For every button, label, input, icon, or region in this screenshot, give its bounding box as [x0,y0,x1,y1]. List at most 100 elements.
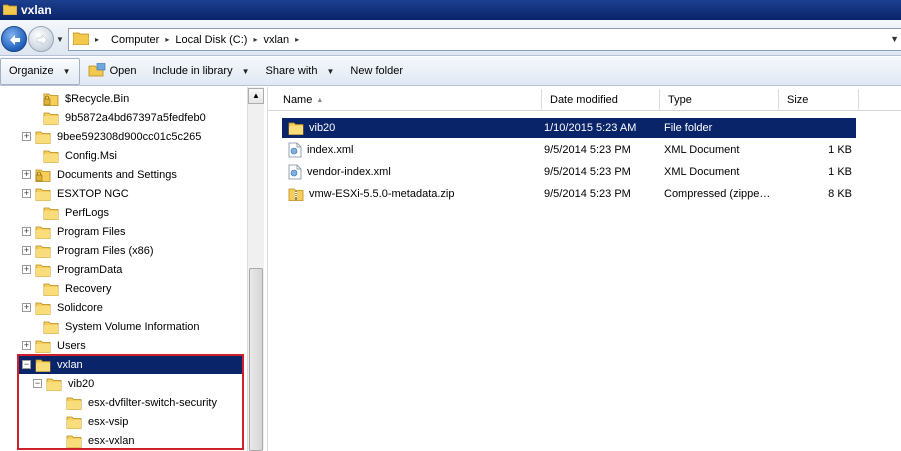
folder-icon [72,31,90,48]
folder-icon [35,243,51,259]
file-row[interactable]: vendor-index.xml 9/5/2014 5:23 PM XML Docu… [282,162,856,182]
file-date-cell: 9/5/2014 5:23 PM [544,188,631,200]
file-list-pane: Name ▲ Date modified Type Size vib20 1/10/… [267,87,901,451]
folder-icon [43,110,59,126]
include-in-library-button[interactable]: Include in library ▼ [144,57,257,85]
expand-icon[interactable]: + [22,341,31,350]
expand-icon[interactable]: + [22,189,31,198]
expand-icon[interactable]: + [22,246,31,255]
file-row[interactable]: vmw-ESXi-5.5.0-metadata.zip 9/5/2014 5:23… [282,184,856,204]
breadcrumb-local-disk[interactable]: Local Disk (C:) ▸ [175,34,257,46]
file-size-cell: 1 KB [828,144,852,156]
recent-pages-dropdown-icon[interactable]: ▼ [56,35,64,44]
tree-item-system-volume-information[interactable]: System Volume Information [30,317,202,336]
file-name-cell: vmw-ESXi-5.5.0-metadata.zip [288,184,542,204]
open-folder-icon [88,62,106,80]
tree-item-config-msi[interactable]: Config.Msi [30,146,119,165]
tree-item-documents-and-settings[interactable]: + Documents and Settings [22,165,179,184]
tree-item-esxtop-ngc[interactable]: + ESXTOP NGC [22,184,131,203]
tree-item-label: Config.Msi [65,149,117,162]
tree-item-esx-dvfilter-switch-security[interactable]: esx-dvfilter-switch-security [53,393,219,412]
tree-item-9bee592308d900cc01c5c265[interactable]: +9bee592308d900cc01c5c265 [22,127,203,146]
expand-icon[interactable]: + [22,227,31,236]
locked-folder-icon [35,167,51,183]
expand-icon[interactable]: + [22,265,31,274]
expand-icon[interactable]: + [22,303,31,312]
scroll-thumb[interactable] [249,268,263,451]
column-header-date-modified[interactable]: Date modified [542,89,660,111]
tree-item-label: Recovery [65,282,112,295]
tree-item-9b5872a4bd67397a5fedfeb0[interactable]: 9b5872a4bd67397a5fedfeb0 [30,108,208,127]
tree-item-label: esx-dvfilter-switch-security [88,396,217,409]
file-name: vib20 [309,122,336,134]
tree-item-label: ProgramData [57,263,123,276]
collapse-icon[interactable]: − [22,360,31,369]
folder-icon [66,433,82,449]
folder-icon [35,262,51,278]
file-row[interactable]: vib20 1/10/2015 5:23 AM File folder [282,118,856,138]
back-button[interactable] [1,26,27,52]
file-name: index.xml [307,144,354,156]
tree-item-recycle-bin[interactable]: $Recycle.Bin [30,89,131,108]
folder-icon [2,3,18,18]
tree-item-label: $Recycle.Bin [65,92,130,105]
address-bar-area: ▼ ▸ Computer ▸ Local Disk (C:) ▸ vxlan ▸ ▼ [0,20,901,56]
file-type-cell: XML Document [664,166,740,178]
breadcrumb-separator[interactable]: ▸ [95,35,105,44]
file-date-cell: 9/5/2014 5:23 PM [544,166,631,178]
tree-item-vxlan[interactable]: − vxlan [17,355,244,374]
file-name: vendor-index.xml [307,166,391,178]
file-type-cell: XML Document [664,144,740,156]
expand-icon[interactable]: + [22,170,31,179]
file-name: vmw-ESXi-5.5.0-metadata.zip [309,188,455,200]
window-title: vxlan [21,3,52,17]
scroll-up-arrow-icon[interactable]: ▲ [248,88,264,104]
collapse-icon[interactable]: − [33,379,42,388]
tree-item-users[interactable]: + Users [22,336,88,355]
folder-icon [35,224,51,240]
tree-item-esx-vxlan[interactable]: esx-vxlan [53,431,136,450]
new-folder-button[interactable]: New folder [342,57,411,85]
tree-item-esx-vsip[interactable]: esx-vsip [53,412,130,431]
organize-button[interactable]: Organize ▼ [0,57,80,85]
share-with-button[interactable]: Share with ▼ [258,57,343,85]
command-bar: Organize ▼ Open Include in library ▼ Share… [0,57,901,86]
file-type-cell: Compressed (zippe… [664,188,771,200]
file-size-cell: 1 KB [828,166,852,178]
tree-item-label: Documents and Settings [57,168,177,181]
chevron-down-icon: ▼ [241,66,250,76]
tree-item-programdata[interactable]: + ProgramData [22,260,124,279]
tree-item-label: vib20 [68,377,95,390]
forward-button[interactable] [28,26,54,52]
tree-item-recovery[interactable]: Recovery [30,279,113,298]
tree-item-perflogs[interactable]: PerfLogs [30,203,111,222]
folder-icon [43,319,59,335]
tree-item-label: 9bee592308d900cc01c5c265 [57,130,202,143]
folder-icon [66,414,82,430]
title-bar: vxlan [0,0,901,20]
navigation-scrollbar[interactable]: ▲ [247,87,264,451]
file-size-cell: 8 KB [828,188,852,200]
address-dropdown-icon[interactable]: ▼ [890,34,899,44]
tree-item-label: System Volume Information [65,320,200,333]
tree-item-label: Program Files (x86) [57,244,154,257]
folder-icon [66,395,82,411]
breadcrumb-vxlan[interactable]: vxlan ▸ [263,34,299,46]
open-button[interactable]: Open [80,57,145,85]
folder-icon [35,338,51,354]
tree-item-solidcore[interactable]: + Solidcore [22,298,105,317]
column-header-type[interactable]: Type [660,89,779,111]
tree-item-label: Users [57,339,86,352]
locked-folder-icon [43,91,59,107]
tree-item-vib20[interactable]: − vib20 [33,374,96,393]
chevron-down-icon: ▼ [62,66,71,76]
breadcrumb-computer[interactable]: Computer ▸ [111,34,169,46]
tree-item-program-files[interactable]: + Program Files [22,222,127,241]
expand-icon[interactable]: + [22,132,31,141]
address-box[interactable]: ▸ Computer ▸ Local Disk (C:) ▸ vxlan ▸ ▼ [68,28,901,51]
xml-file-icon [288,142,302,158]
column-header-name[interactable]: Name ▲ [275,89,542,111]
column-header-size[interactable]: Size [779,89,859,111]
tree-item-program-files-x86[interactable]: + Program Files (x86) [22,241,156,260]
file-row[interactable]: index.xml 9/5/2014 5:23 PM XML Document 1 K… [282,140,856,160]
